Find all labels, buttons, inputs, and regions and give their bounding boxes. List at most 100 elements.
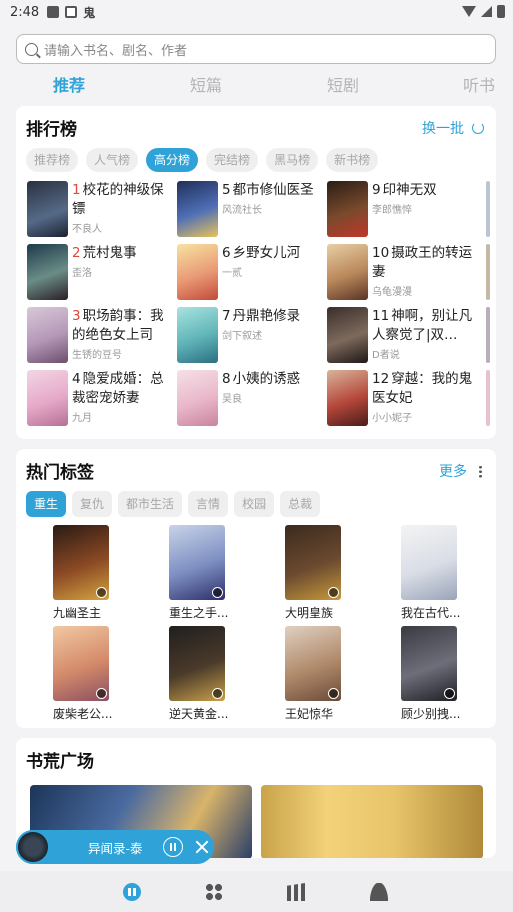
more-label: 更多 [439,464,467,480]
hot-tags-card: 热门标签 更多 重生 复仇 都市生活 言情 校园 总裁 九幽圣主 重生之手...… [16,449,496,728]
grid-icon[interactable] [205,883,223,901]
play-icon [96,587,107,598]
rank-line: 10 摄政王的转运妻 [372,244,475,282]
rank-author: 一贰 [222,268,242,279]
app-char-icon: 鬼 [83,5,96,20]
rank-item[interactable]: 10 摄政王的转运妻 乌龟漫漫 [327,244,475,304]
rank-author: 风流社长 [222,205,262,216]
next-column-cover [486,307,490,363]
chip-new[interactable]: 新书榜 [326,148,379,172]
ranking-card: 排行榜 换一批 推荐榜 人气榜 高分榜 完结榜 黑马榜 新书榜 1 校花的神级保镖… [16,106,496,439]
rank-number: 3 [72,308,81,324]
mini-player-title: 异闻录-泰 [88,840,143,856]
swap-button[interactable]: 换一批 [422,118,484,138]
rank-item[interactable]: 5 都市修仙医圣风流社长 [177,181,325,241]
rank-title: 职场韵事：我的绝色女上司 [72,308,164,343]
rank-number: 4 [72,371,81,387]
mini-player-cover [16,830,50,864]
book-cover [177,244,218,300]
chip-popular[interactable]: 人气榜 [86,148,139,172]
home-icon[interactable] [123,883,141,901]
shelf-icon[interactable] [287,883,305,901]
plaza-title: 书荒广场 [26,752,94,772]
rank-item[interactable]: 2 荒村鬼事 歪洛 [27,244,175,304]
tab-short[interactable]: 短篇 [190,72,222,96]
tab-audio[interactable]: 听书 [463,72,495,96]
play-icon [328,587,339,598]
play-icon [328,688,339,699]
rank-item[interactable]: 8 小姨的诱惑 吴良 [177,370,325,430]
tab-drama[interactable]: 短剧 [327,72,359,96]
user-icon[interactable] [370,883,388,901]
rank-item[interactable]: 7 丹鼎艳修录 剑下叙述 [177,307,325,367]
rank-item[interactable]: 1 校花的神级保镖 不良人 [27,181,175,241]
book-title: 逆天黄金... [169,707,229,721]
search-icon [25,42,38,56]
book-title: 大明皇族 [285,606,334,620]
rank-item[interactable]: 12 穿越：我的鬼医女妃 小小妮子 [327,370,475,430]
next-column-cover [486,181,490,237]
rank-line: 3 职场韵事：我的绝色女上司 [72,307,175,345]
signal-icon [481,6,492,17]
tag-chip[interactable]: 总裁 [280,491,321,517]
tag-chip[interactable]: 复仇 [72,491,113,517]
rank-number: 10 [372,245,390,261]
chip-finished[interactable]: 完结榜 [206,148,259,172]
rank-line: 8 小姨的诱惑 [222,370,325,389]
next-column-cover [486,244,490,300]
tag-chip[interactable]: 言情 [188,491,229,517]
play-icon [212,688,223,699]
book-cover [27,307,68,363]
book-title: 顾少别拽... [401,707,461,721]
rank-line: 9 印神无双 [372,181,475,200]
ranking-chips: 推荐榜 人气榜 高分榜 完结榜 黑马榜 新书榜 [26,148,379,172]
book-title: 重生之手... [169,606,229,620]
rank-author: 生锈的豆号 [72,350,122,361]
refresh-icon [472,122,484,134]
rank-line: 5 都市修仙医圣 [222,181,325,200]
rank-number: 7 [222,308,231,324]
pause-icon[interactable] [162,837,183,857]
book-cover [177,370,218,426]
search-input[interactable]: 请输入书名、剧名、作者 [16,34,496,64]
rank-item[interactable]: 4 隐爱成婚：总裁密宠娇妻 九月 [27,370,175,430]
rank-title: 荒村鬼事 [82,245,137,261]
rank-author: 九月 [72,413,92,424]
tag-chip[interactable]: 校园 [234,491,275,517]
book-cover [53,525,109,600]
status-right [462,5,505,18]
mini-player[interactable]: 异闻录-泰 [16,830,214,864]
book-cover [285,525,341,600]
swap-label: 换一批 [422,121,464,137]
rank-title: 丹鼎艳修录 [232,308,301,324]
rank-item[interactable]: 6 乡野女儿河一贰 [177,244,325,304]
book-cover [169,626,225,701]
more-options-icon[interactable] [479,464,482,478]
tab-recommend[interactable]: 推荐 [53,72,85,96]
book-cover [177,181,218,237]
rank-number: 9 [372,182,381,198]
rank-title: 印神无双 [382,182,437,198]
rank-number: 12 [372,371,390,387]
plaza-banner[interactable] [261,785,483,858]
rank-item[interactable]: 3 职场韵事：我的绝色女上司生锈的豆号 [27,307,175,367]
wifi-icon [462,6,476,17]
status-bar: 2:48 鬼 [0,0,513,24]
rank-line: 6 乡野女儿河 [222,244,325,263]
tag-chip[interactable]: 重生 [26,491,67,517]
bottom-nav [0,871,513,912]
rank-number: 1 [72,182,81,198]
rank-item[interactable]: 11 神啊，别让凡人察觉了|双… D者说 [327,307,475,367]
chip-high-score[interactable]: 高分榜 [146,148,199,172]
book-title: 我在古代... [401,606,461,620]
tag-chip[interactable]: 都市生活 [118,491,183,517]
more-button[interactable]: 更多 [439,461,482,481]
rank-item[interactable]: 9 印神无双 李郎憔悴 [327,181,475,241]
play-icon [212,587,223,598]
chip-dark-horse[interactable]: 黑马榜 [266,148,319,172]
book-cover [285,626,341,701]
tag-chips: 重生 复仇 都市生活 言情 校园 总裁 [26,491,321,517]
book-cover [27,181,68,237]
close-icon[interactable] [195,840,209,854]
chip-recommend[interactable]: 推荐榜 [26,148,79,172]
